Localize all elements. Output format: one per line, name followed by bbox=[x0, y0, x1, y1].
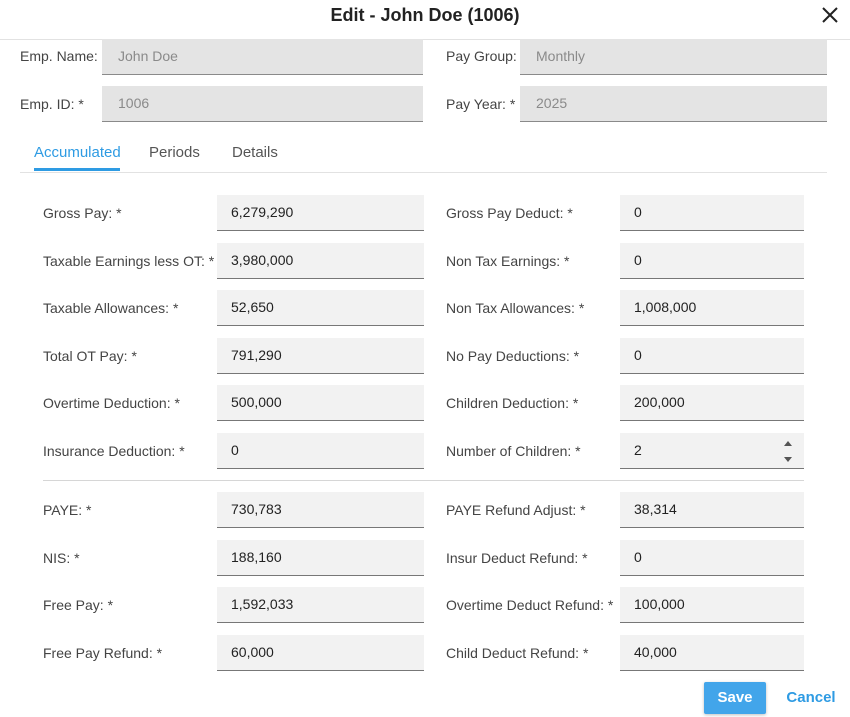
save-button[interactable]: Save bbox=[704, 682, 766, 714]
overtime-deduct-refund-label: Overtime Deduct Refund: * bbox=[446, 597, 614, 613]
non-tax-allowances-input[interactable]: 1,008,000 bbox=[620, 290, 804, 326]
non-tax-allowances-label: Non Tax Allowances: * bbox=[446, 300, 585, 316]
emp-name-field[interactable]: John Doe bbox=[102, 39, 423, 75]
insurance-deduction-input[interactable]: 0 bbox=[217, 433, 424, 469]
no-pay-deductions-label: No Pay Deductions: * bbox=[446, 348, 580, 364]
nis-input[interactable]: 188,160 bbox=[217, 540, 424, 576]
edit-dialog: Edit - John Doe (1006) Emp. Name: John D… bbox=[0, 0, 850, 717]
tabs-divider bbox=[20, 172, 827, 173]
spin-down-icon[interactable] bbox=[784, 457, 792, 462]
child-deduct-refund-label: Child Deduct Refund: * bbox=[446, 645, 589, 661]
active-tab-indicator bbox=[34, 168, 120, 171]
spin-up-icon[interactable] bbox=[784, 441, 792, 446]
insur-deduct-refund-label: Insur Deduct Refund: * bbox=[446, 550, 588, 566]
child-deduct-refund-input[interactable]: 40,000 bbox=[620, 635, 804, 671]
tab-periods[interactable]: Periods bbox=[149, 144, 200, 172]
taxable-earnings-input[interactable]: 3,980,000 bbox=[217, 243, 424, 279]
dialog-title: Edit - John Doe (1006) bbox=[330, 5, 520, 25]
total-ot-pay-label: Total OT Pay: * bbox=[43, 348, 137, 364]
emp-id-label: Emp. ID: * bbox=[20, 96, 84, 112]
paye-label: PAYE: * bbox=[43, 502, 92, 518]
gross-pay-label: Gross Pay: * bbox=[43, 205, 122, 221]
pay-year-label: Pay Year: * bbox=[446, 96, 516, 112]
tab-details[interactable]: Details bbox=[232, 144, 278, 172]
gross-pay-input[interactable]: 6,279,290 bbox=[217, 195, 424, 231]
free-pay-input[interactable]: 1,592,033 bbox=[217, 587, 424, 623]
overtime-deduction-label: Overtime Deduction: * bbox=[43, 395, 180, 411]
nis-label: NIS: * bbox=[43, 550, 80, 566]
paye-refund-adjust-label: PAYE Refund Adjust: * bbox=[446, 502, 586, 518]
non-tax-earnings-input[interactable]: 0 bbox=[620, 243, 804, 279]
cancel-button[interactable]: Cancel bbox=[780, 682, 842, 714]
emp-name-label: Emp. Name: bbox=[20, 48, 98, 64]
gross-pay-deduct-input[interactable]: 0 bbox=[620, 195, 804, 231]
taxable-allowances-label: Taxable Allowances: * bbox=[43, 300, 179, 316]
overtime-deduction-input[interactable]: 500,000 bbox=[217, 385, 424, 421]
total-ot-pay-input[interactable]: 791,290 bbox=[217, 338, 424, 374]
number-spinner bbox=[782, 437, 794, 465]
children-deduction-input[interactable]: 200,000 bbox=[620, 385, 804, 421]
paye-input[interactable]: 730,783 bbox=[217, 492, 424, 528]
paye-refund-adjust-input[interactable]: 38,314 bbox=[620, 492, 804, 528]
section-divider bbox=[43, 480, 804, 481]
pay-group-field[interactable]: Monthly bbox=[520, 39, 827, 75]
number-of-children-label: Number of Children: * bbox=[446, 443, 581, 459]
non-tax-earnings-label: Non Tax Earnings: * bbox=[446, 253, 570, 269]
overtime-deduct-refund-input[interactable]: 100,000 bbox=[620, 587, 804, 623]
taxable-earnings-label: Taxable Earnings less OT: * bbox=[43, 253, 215, 269]
close-icon[interactable] bbox=[820, 5, 840, 25]
gross-pay-deduct-label: Gross Pay Deduct: * bbox=[446, 205, 573, 221]
number-of-children-value: 2 bbox=[634, 442, 642, 458]
number-of-children-stepper[interactable]: 2 bbox=[620, 433, 804, 469]
insur-deduct-refund-input[interactable]: 0 bbox=[620, 540, 804, 576]
no-pay-deductions-input[interactable]: 0 bbox=[620, 338, 804, 374]
taxable-allowances-input[interactable]: 52,650 bbox=[217, 290, 424, 326]
dialog-header: Edit - John Doe (1006) bbox=[0, 0, 850, 40]
emp-id-field[interactable]: 1006 bbox=[102, 86, 423, 122]
children-deduction-label: Children Deduction: * bbox=[446, 395, 579, 411]
free-pay-refund-input[interactable]: 60,000 bbox=[217, 635, 424, 671]
pay-year-field[interactable]: 2025 bbox=[520, 86, 827, 122]
pay-group-label: Pay Group: bbox=[446, 48, 517, 64]
free-pay-refund-label: Free Pay Refund: * bbox=[43, 645, 163, 661]
insurance-deduction-label: Insurance Deduction: * bbox=[43, 443, 185, 459]
free-pay-label: Free Pay: * bbox=[43, 597, 114, 613]
